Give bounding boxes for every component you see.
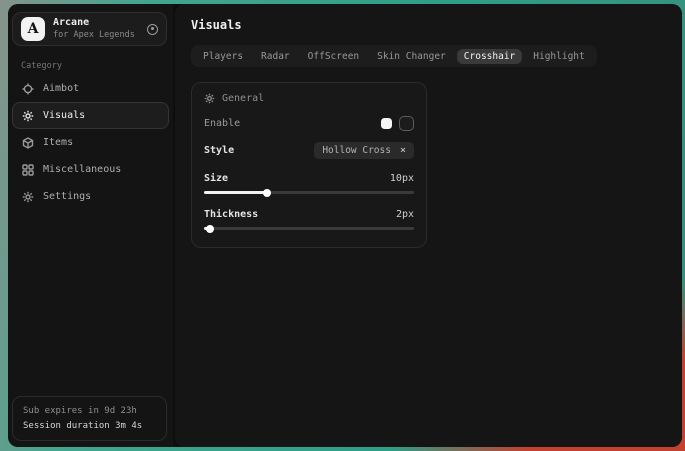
- target-icon[interactable]: [147, 24, 158, 35]
- sidebar-item-settings[interactable]: Settings: [12, 183, 169, 210]
- sidebar-item-label: Visuals: [43, 110, 85, 121]
- eye-icon: [22, 110, 34, 122]
- style-label: Style: [204, 145, 234, 156]
- app-title: Arcane: [53, 17, 139, 30]
- clear-style-icon[interactable]: ×: [400, 146, 406, 156]
- thickness-label: Thickness: [204, 209, 258, 220]
- sidebar-nav: Aimbot Visuals Items Miscellaneous: [8, 75, 173, 210]
- size-label: Size: [204, 173, 228, 184]
- style-row: Style Hollow Cross ×: [204, 142, 414, 159]
- sidebar-item-miscellaneous[interactable]: Miscellaneous: [12, 156, 169, 183]
- sidebar: A Arcane for Apex Legends Category Aimbo…: [8, 4, 173, 447]
- tab-crosshair[interactable]: Crosshair: [457, 49, 522, 64]
- tab-offscreen[interactable]: OffScreen: [301, 49, 366, 64]
- general-panel: General Enable Style Hollow Cross × Size…: [191, 82, 427, 248]
- size-slider[interactable]: [204, 188, 414, 197]
- crosshair-icon: [22, 83, 34, 95]
- enable-row: Enable: [204, 116, 414, 131]
- size-value: 10px: [390, 173, 414, 184]
- enable-label: Enable: [204, 118, 240, 129]
- gear-icon: [22, 191, 34, 203]
- tab-highlight[interactable]: Highlight: [526, 49, 591, 64]
- slider-thumb[interactable]: [206, 225, 214, 233]
- cube-icon: [22, 137, 34, 149]
- slider-track: [204, 227, 414, 230]
- general-panel-title: General: [222, 93, 264, 104]
- app-logo: A: [21, 17, 45, 41]
- gear-icon: [204, 93, 215, 104]
- enable-keybind-box[interactable]: [399, 116, 414, 131]
- sidebar-item-label: Miscellaneous: [43, 164, 121, 175]
- enable-controls: [381, 116, 414, 131]
- sidebar-item-label: Settings: [43, 191, 91, 202]
- session-duration-text: Session duration 3m 4s: [23, 419, 156, 433]
- sidebar-item-visuals[interactable]: Visuals: [12, 102, 169, 129]
- thickness-value: 2px: [396, 209, 414, 220]
- page-title: Visuals: [191, 18, 666, 32]
- slider-fill: [204, 191, 267, 194]
- slider-thumb[interactable]: [263, 189, 271, 197]
- app-window: A Arcane for Apex Legends Category Aimbo…: [8, 4, 682, 447]
- tab-players[interactable]: Players: [196, 49, 250, 64]
- style-value: Hollow Cross: [322, 145, 391, 156]
- tab-skin-changer[interactable]: Skin Changer: [370, 49, 453, 64]
- sidebar-item-label: Aimbot: [43, 83, 79, 94]
- desktop-background: { "app": { "logo_letter": "A", "name": "…: [0, 0, 685, 451]
- style-select[interactable]: Hollow Cross ×: [314, 142, 414, 159]
- sub-expiry-text: Sub expires in 9d 23h: [23, 404, 156, 418]
- visuals-tabbar: Players Radar OffScreen Skin Changer Cro…: [191, 45, 597, 67]
- size-row: Size 10px: [204, 173, 414, 184]
- general-panel-header: General: [204, 93, 414, 104]
- app-subtitle: for Apex Legends: [53, 30, 139, 41]
- thickness-row: Thickness 2px: [204, 209, 414, 220]
- grid-icon: [22, 164, 34, 176]
- sidebar-item-items[interactable]: Items: [12, 129, 169, 156]
- sidebar-item-aimbot[interactable]: Aimbot: [12, 75, 169, 102]
- sidebar-item-label: Items: [43, 137, 73, 148]
- main-content: Visuals Players Radar OffScreen Skin Cha…: [175, 4, 682, 447]
- category-label: Category: [21, 61, 173, 71]
- enable-checkbox-checked[interactable]: [381, 118, 392, 129]
- tab-radar[interactable]: Radar: [254, 49, 297, 64]
- app-header-card: A Arcane for Apex Legends: [12, 12, 167, 46]
- thickness-slider[interactable]: [204, 224, 414, 233]
- app-header-text: Arcane for Apex Legends: [53, 17, 139, 40]
- subscription-info-card: Sub expires in 9d 23h Session duration 3…: [12, 396, 167, 441]
